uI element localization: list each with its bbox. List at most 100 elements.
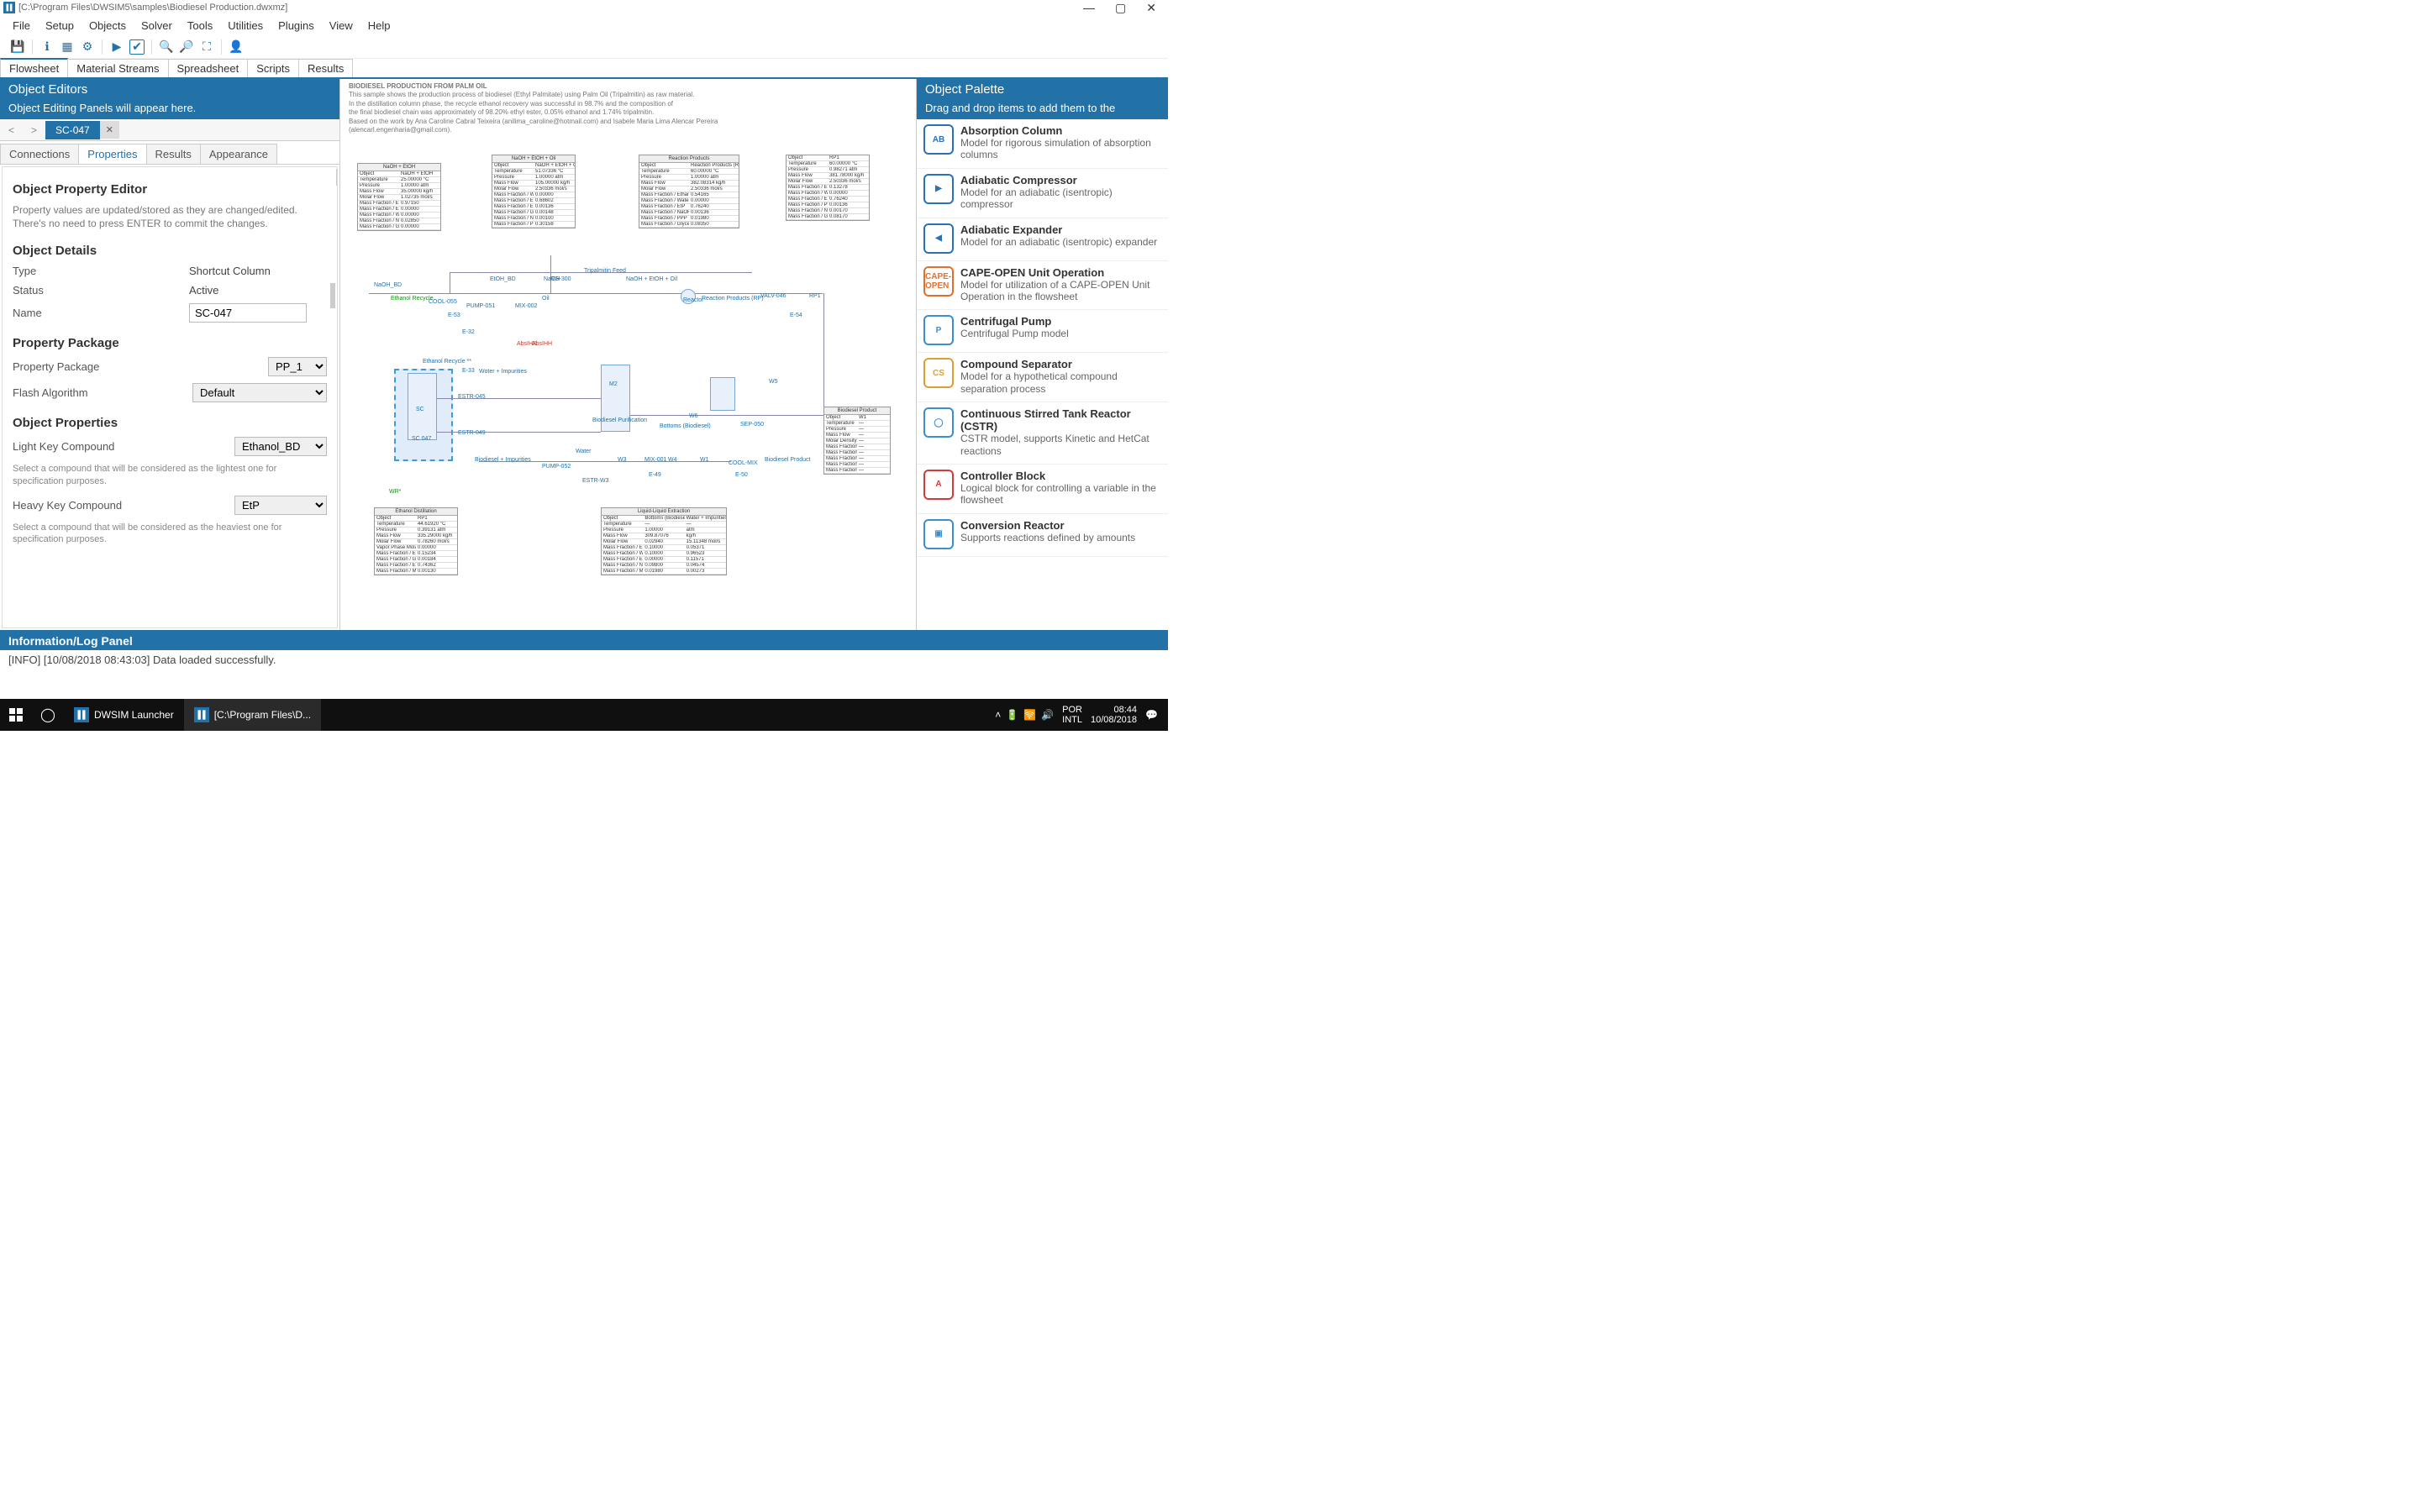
task-item[interactable]: [C:\Program Files\D... <box>184 699 321 731</box>
window-maximize-button[interactable]: ▢ <box>1115 1 1126 15</box>
palette-item-title: Continuous Stirred Tank Reactor (CSTR) <box>960 407 1161 433</box>
window-minimize-button[interactable]: — <box>1083 1 1095 15</box>
property-editor: Object Property Editor Property values a… <box>2 166 338 628</box>
task-item[interactable]: DWSIM Launcher <box>64 699 184 731</box>
palette-item[interactable]: CAPE-OPENCAPE-OPEN Unit OperationModel f… <box>917 261 1168 311</box>
inner-scrollbar-handle[interactable] <box>330 283 335 308</box>
log-line: [INFO] [10/08/2018 08:43:03] Data loaded… <box>8 654 1160 666</box>
flowsheet-drawing[interactable]: NaOH + EtOH ObjectNaOH + EtOH Temperatur… <box>349 129 908 622</box>
palette-item[interactable]: ◀Adiabatic ExpanderModel for an adiabati… <box>917 218 1168 261</box>
zoom-fit-icon[interactable]: ⛶ <box>199 39 214 55</box>
palette-item[interactable]: ▶Adiabatic CompressorModel for an adiaba… <box>917 169 1168 218</box>
window-titlebar: [C:\Program Files\DWSIM5\samples\Biodies… <box>0 0 1168 15</box>
menu-file[interactable]: File <box>5 19 38 32</box>
light-key-help: Select a compound that will be considere… <box>13 463 327 487</box>
palette-item[interactable]: ◯Continuous Stirred Tank Reactor (CSTR)C… <box>917 402 1168 465</box>
heavy-key-select[interactable]: EtP <box>234 496 327 515</box>
editor-breadcrumb: < > SC-047 ✕ <box>0 119 339 141</box>
notifications-icon[interactable]: 💬 <box>1145 709 1158 721</box>
flash-select[interactable]: Default <box>192 383 327 402</box>
scrollbar-handle[interactable] <box>336 169 338 186</box>
sep-block[interactable] <box>710 377 735 411</box>
palette-item-icon: A <box>923 470 954 500</box>
name-label: Name <box>13 307 189 319</box>
light-key-select[interactable]: Ethanol_BD <box>234 437 327 456</box>
volume-icon[interactable]: 🔊 <box>1041 709 1054 721</box>
breadcrumb-forward-button[interactable]: > <box>23 124 45 136</box>
wifi-icon[interactable]: 🛜 <box>1023 709 1036 721</box>
mini-table[interactable]: Liquid-Liquid Extraction ObjectBottoms (… <box>601 507 727 575</box>
report-icon[interactable]: 👤 <box>229 39 244 55</box>
play-icon[interactable]: ▶ <box>109 39 124 55</box>
save-icon[interactable]: 💾 <box>10 39 25 55</box>
tab-results[interactable]: Results <box>298 59 353 77</box>
check-icon[interactable]: ✔ <box>129 39 145 55</box>
breadcrumb-back-button[interactable]: < <box>0 124 23 136</box>
cortana-button[interactable]: ◯ <box>32 706 64 723</box>
palette-item-icon: ▣ <box>923 519 954 549</box>
menu-tools[interactable]: Tools <box>180 19 220 32</box>
toolbar: 💾 ℹ ▦ ⚙ ▶ ✔ 🔍 🔎 ⛶ 👤 <box>0 35 1168 59</box>
clock[interactable]: 08:4410/08/2018 <box>1091 705 1137 725</box>
menu-bar: File Setup Objects Solver Tools Utilitie… <box>0 15 1168 35</box>
menu-view[interactable]: View <box>322 19 360 32</box>
type-label: Type <box>13 265 189 277</box>
menu-utilities[interactable]: Utilities <box>220 19 271 32</box>
menu-setup[interactable]: Setup <box>38 19 82 32</box>
section-object-properties: Object Properties <box>13 416 327 430</box>
palette-item[interactable]: ▣Conversion ReactorSupports reactions de… <box>917 514 1168 557</box>
pp-label: Property Package <box>13 360 189 373</box>
mini-table[interactable]: Reaction Products ObjectReaction Product… <box>639 155 739 228</box>
info-icon[interactable]: ℹ <box>39 39 55 55</box>
app-icon <box>3 2 15 13</box>
palette-item[interactable]: PCentrifugal PumpCentrifugal Pump model <box>917 310 1168 353</box>
palette-item-desc: Model for an adiabatic (isentropic) expa… <box>960 236 1157 248</box>
palette-item[interactable]: AController BlockLogical block for contr… <box>917 465 1168 514</box>
language-indicator[interactable]: PORINTL <box>1062 705 1082 725</box>
heavy-key-help: Select a compound that will be considere… <box>13 522 327 546</box>
palette-item-title: Controller Block <box>960 470 1161 482</box>
mini-table[interactable]: Ethanol Distillation ObjectRP1 Temperatu… <box>374 507 458 575</box>
window-close-button[interactable]: ✕ <box>1146 1 1156 15</box>
mini-table[interactable]: Biodiesel Product ObjectW1 Temperature— … <box>823 407 891 475</box>
editor-sub-tabs: Connections Properties Results Appearanc… <box>0 141 339 165</box>
mini-table[interactable]: NaOH + EtOH ObjectNaOH + EtOH Temperatur… <box>357 163 441 231</box>
mini-table[interactable]: NaOH + EtOH + Oil ObjectNaOH + EtOH + Oi… <box>492 155 576 228</box>
system-tray[interactable]: ˄ 🔋 🛜 🔊 <box>995 709 1054 721</box>
menu-plugins[interactable]: Plugins <box>271 19 322 32</box>
settings-icon[interactable]: ⚙ <box>80 39 95 55</box>
grid-icon[interactable]: ▦ <box>60 39 75 55</box>
tab-material-streams[interactable]: Material Streams <box>67 59 168 77</box>
status-label: Status <box>13 284 189 297</box>
palette-item[interactable]: CSCompound SeparatorModel for a hypothet… <box>917 353 1168 402</box>
menu-objects[interactable]: Objects <box>82 19 134 32</box>
sub-tab-results[interactable]: Results <box>146 144 201 164</box>
menu-help[interactable]: Help <box>360 19 398 32</box>
pp-select[interactable]: PP_1 <box>268 357 327 376</box>
zoom-out-icon[interactable]: 🔎 <box>179 39 194 55</box>
tab-flowsheet[interactable]: Flowsheet <box>0 58 68 77</box>
breadcrumb-tab[interactable]: SC-047 <box>45 121 100 139</box>
tab-spreadsheet[interactable]: Spreadsheet <box>168 59 249 77</box>
flowsheet-canvas[interactable]: BIODIESEL PRODUCTION FROM PALM OIL This … <box>340 79 916 630</box>
zoom-in-icon[interactable]: 🔍 <box>159 39 174 55</box>
palette-item-title: Adiabatic Compressor <box>960 174 1161 186</box>
name-input[interactable] <box>189 303 307 323</box>
sub-tab-properties[interactable]: Properties <box>78 144 146 164</box>
chevron-up-icon[interactable]: ˄ <box>995 709 1001 721</box>
object-editors-header: Object Editors <box>0 79 339 100</box>
mini-table[interactable]: ObjectRP1 Temperature60.00000 °C Pressur… <box>786 155 870 221</box>
menu-solver[interactable]: Solver <box>134 19 180 32</box>
tab-scripts[interactable]: Scripts <box>247 59 299 77</box>
app-icon <box>194 707 209 722</box>
palette-item[interactable]: ABAbsorption ColumnModel for rigorous si… <box>917 119 1168 169</box>
palette-item-title: CAPE-OPEN Unit Operation <box>960 266 1161 279</box>
palette-list[interactable]: ABAbsorption ColumnModel for rigorous si… <box>917 119 1168 630</box>
battery-icon[interactable]: 🔋 <box>1006 709 1018 721</box>
breadcrumb-close-button[interactable]: ✕ <box>100 121 119 139</box>
start-button[interactable] <box>0 708 32 722</box>
sub-tab-appearance[interactable]: Appearance <box>200 144 277 164</box>
palette-item-desc: Centrifugal Pump model <box>960 328 1069 339</box>
log-body: [INFO] [10/08/2018 08:43:03] Data loaded… <box>0 650 1168 699</box>
sub-tab-connections[interactable]: Connections <box>0 144 79 164</box>
